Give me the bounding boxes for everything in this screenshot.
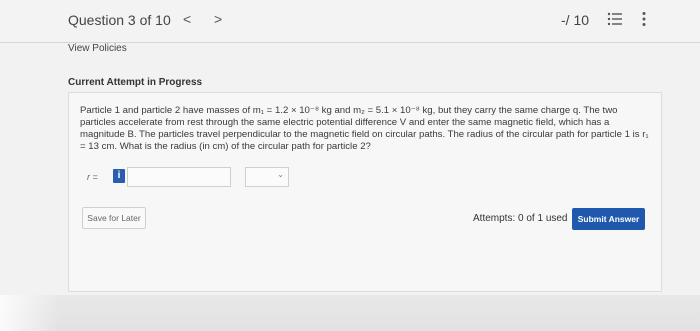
- chevron-right-icon[interactable]: >: [214, 11, 222, 27]
- chevron-left-icon[interactable]: <: [183, 11, 191, 27]
- chevron-down-icon: ⌄: [277, 170, 284, 179]
- submit-answer-button[interactable]: Submit Answer: [572, 208, 645, 230]
- score-display: -/ 10: [561, 12, 590, 28]
- info-icon[interactable]: i: [113, 169, 125, 183]
- question-title: Question 3 of 10: [68, 12, 171, 28]
- save-for-later-button[interactable]: Save for Later: [82, 207, 146, 229]
- answer-label: r =: [87, 172, 98, 182]
- attempt-heading: Current Attempt in Progress: [68, 77, 203, 88]
- view-policies-link[interactable]: View Policies: [68, 43, 127, 54]
- more-vertical-icon[interactable]: [641, 11, 647, 27]
- page-bottom: [0, 295, 700, 331]
- unit-select[interactable]: ⌄: [245, 167, 289, 187]
- question-header: Question 3 of 10 < > -/ 10: [0, 0, 700, 43]
- screen-glare: [0, 295, 60, 331]
- answer-input[interactable]: [127, 167, 231, 187]
- question-card: Particle 1 and particle 2 have masses of…: [68, 92, 662, 292]
- list-icon[interactable]: [607, 12, 623, 26]
- problem-text: Particle 1 and particle 2 have masses of…: [80, 105, 649, 152]
- attempts-counter: Attempts: 0 of 1 used: [473, 213, 568, 224]
- main-content: View Policies Current Attempt in Progres…: [0, 43, 700, 331]
